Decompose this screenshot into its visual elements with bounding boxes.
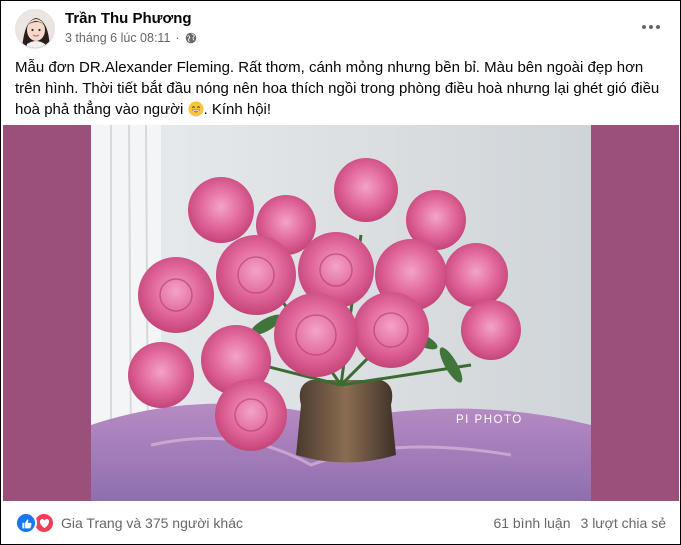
- peony-photo: PI PHOTO: [91, 125, 591, 501]
- reaction-icons[interactable]: [15, 512, 55, 534]
- post-photo[interactable]: PI PHOTO: [3, 125, 679, 501]
- post-meta: 3 tháng 6 lúc 08:11 ·: [65, 31, 197, 45]
- globe-icon[interactable]: [185, 32, 197, 44]
- comments-count[interactable]: 61 bình luận: [493, 515, 570, 531]
- shares-count[interactable]: 3 lượt chia sẻ: [581, 515, 666, 531]
- post-timestamp[interactable]: 3 tháng 6 lúc 08:11: [65, 31, 170, 45]
- post-text-body: Mẫu đơn DR.Alexander Fleming. Rất thơm, …: [15, 59, 660, 118]
- author-name[interactable]: Trần Thu Phương: [65, 10, 192, 27]
- more-dot: [642, 25, 646, 29]
- more-dot: [656, 25, 660, 29]
- post-footer: Gia Trang và 375 người khác 61 bình luận…: [15, 509, 666, 537]
- like-icon: [15, 512, 37, 534]
- photo-watermark: PI PHOTO: [456, 414, 523, 426]
- meta-separator: ·: [175, 31, 180, 45]
- post-text-tail: . Kính hội!: [203, 101, 272, 118]
- author-avatar[interactable]: [15, 9, 55, 49]
- reactions-summary[interactable]: Gia Trang và 375 người khác: [61, 515, 243, 531]
- more-dot: [649, 25, 653, 29]
- post-text: Mẫu đơn DR.Alexander Fleming. Rất thơm, …: [15, 57, 665, 120]
- avatar-image: [16, 10, 54, 48]
- grinning-face-emoji: [188, 101, 204, 117]
- facebook-post: Trần Thu Phương 3 tháng 6 lúc 08:11 · Mẫ…: [0, 0, 681, 545]
- more-options-button[interactable]: [636, 15, 666, 39]
- post-header: Trần Thu Phương 3 tháng 6 lúc 08:11 ·: [15, 9, 666, 49]
